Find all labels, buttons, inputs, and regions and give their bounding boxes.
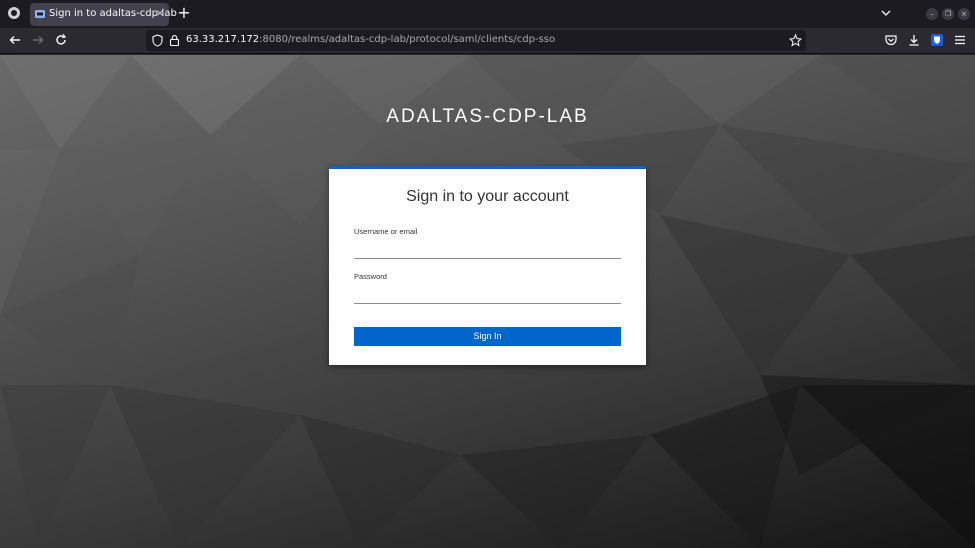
shield-icon[interactable] — [152, 34, 163, 47]
bitwarden-icon[interactable] — [930, 33, 944, 47]
url-host: 63.33.217.172 — [186, 34, 260, 45]
bookmark-star-icon[interactable] — [789, 34, 802, 47]
close-window-button[interactable]: × — [958, 8, 970, 20]
username-input[interactable] — [354, 241, 621, 259]
new-tab-button[interactable]: + — [177, 4, 191, 22]
page-viewport: ADALTAS-CDP-LAB Sign in to your account … — [0, 55, 975, 548]
tab-close-icon[interactable]: × — [155, 7, 165, 21]
url-text[interactable]: 63.33.217.172:8080/realms/adaltas-cdp-la… — [186, 34, 555, 45]
reload-icon[interactable] — [54, 33, 68, 47]
pocket-icon[interactable] — [884, 33, 898, 47]
keycloak-favicon-icon — [35, 10, 45, 18]
back-arrow-icon[interactable] — [8, 33, 22, 47]
url-path: :8080/realms/adaltas-cdp-lab/protocol/sa… — [259, 34, 556, 45]
restore-button[interactable]: ❐ — [942, 8, 954, 20]
username-label: Username or email — [354, 227, 418, 236]
sign-in-button[interactable]: Sign In — [354, 327, 621, 346]
login-card: Sign in to your account Username or emai… — [329, 166, 646, 365]
hamburger-menu-icon[interactable] — [953, 33, 967, 47]
chevron-down-icon[interactable] — [880, 7, 892, 19]
firefox-menu-icon[interactable] — [6, 5, 22, 21]
password-input[interactable] — [354, 286, 621, 304]
lock-icon[interactable] — [169, 34, 180, 47]
password-label: Password — [354, 272, 387, 281]
realm-title: ADALTAS-CDP-LAB — [386, 106, 589, 127]
active-tab[interactable]: Sign in to adaltas-cdp-lab × — [30, 3, 177, 26]
minimize-button[interactable]: – — [926, 8, 938, 20]
browser-nav-bar: 63.33.217.172:8080/realms/adaltas-cdp-la… — [0, 28, 975, 54]
browser-tab-bar: Sign in to adaltas-cdp-lab × + – ❐ × — [0, 0, 975, 28]
forward-arrow-icon[interactable] — [31, 33, 45, 47]
address-bar[interactable]: 63.33.217.172:8080/realms/adaltas-cdp-la… — [146, 30, 806, 51]
login-heading: Sign in to your account — [406, 188, 569, 205]
download-icon[interactable] — [907, 33, 921, 47]
